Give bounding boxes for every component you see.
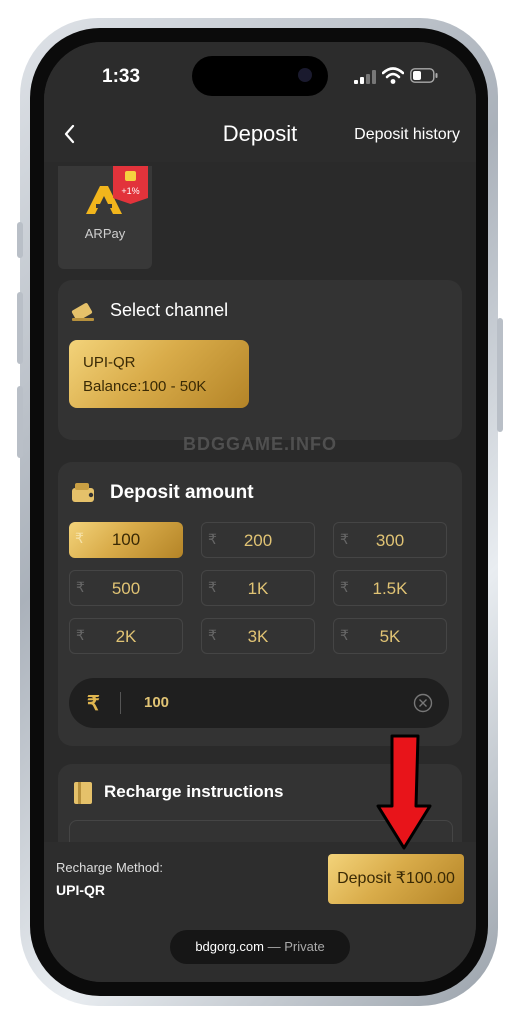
- wallet-icon: [70, 480, 98, 506]
- amount-option-value: 200: [243, 531, 273, 550]
- recharge-instructions-title: Recharge instructions: [104, 782, 284, 801]
- book-icon: [72, 780, 94, 806]
- deposit-history-link[interactable]: Deposit history: [354, 126, 460, 144]
- amount-option[interactable]: ₹5K: [333, 618, 447, 654]
- amount-option[interactable]: ₹2K: [69, 618, 183, 654]
- watermark: BDGGAME.INFO: [183, 434, 337, 454]
- amount-option-value: 3K: [247, 627, 269, 646]
- bonus-badge: +1%: [113, 166, 148, 204]
- amount-option[interactable]: ₹300: [333, 522, 447, 558]
- amount-option-value: 100: [111, 530, 141, 549]
- deposit-button[interactable]: Deposit ₹100.00: [328, 854, 464, 904]
- amount-option-value: 300: [375, 531, 405, 550]
- amount-option-value: 2K: [115, 627, 137, 646]
- amount-option-value: 1K: [247, 579, 269, 598]
- amount-option[interactable]: ₹1.5K: [333, 570, 447, 606]
- volume-down-button: [17, 386, 23, 458]
- channel-name: UPI-QR: [83, 354, 136, 371]
- red-arrow-icon: [376, 734, 432, 850]
- recharge-method-value: UPI-QR: [56, 882, 105, 898]
- amount-option-value: 5K: [379, 627, 401, 646]
- channel-balance: Balance:100 - 50K: [83, 378, 207, 395]
- power-button: [497, 318, 503, 432]
- select-channel-title: Select channel: [110, 300, 229, 320]
- channel-option-upi-qr[interactable]: UPI-QR Balance:100 - 50K: [69, 340, 249, 408]
- input-divider: [120, 692, 121, 714]
- rupee-icon: ₹: [87, 693, 100, 715]
- clear-input-button[interactable]: [413, 693, 433, 713]
- bonus-badge-text: +1%: [121, 186, 140, 196]
- camera-icon: [298, 68, 312, 82]
- screen: 1:33 Deposit Deposit history ARPay +1% S…: [44, 42, 476, 982]
- channel-icon: [70, 298, 96, 324]
- wifi-icon: [381, 67, 405, 85]
- amount-option[interactable]: ₹200: [201, 522, 315, 558]
- amount-option-value: 500: [111, 579, 141, 598]
- browser-domain: bdgorg.com: [195, 939, 264, 954]
- payment-method-arpay[interactable]: ARPay +1%: [58, 166, 152, 269]
- amount-input-field[interactable]: ₹ 100: [69, 678, 449, 728]
- action-button: [17, 222, 23, 258]
- deposit-amount-title: Deposit amount: [110, 482, 254, 503]
- payment-method-name: ARPay: [84, 226, 126, 241]
- battery-icon: [410, 68, 438, 83]
- select-channel-section: Select channel UPI-QR Balance:100 - 50K: [58, 280, 462, 440]
- browser-url-pill[interactable]: bdgorg.com — Private: [170, 930, 350, 964]
- amount-option[interactable]: ₹100: [69, 522, 183, 558]
- amount-option[interactable]: ₹500: [69, 570, 183, 606]
- volume-up-button: [17, 292, 23, 364]
- amount-option[interactable]: ₹1K: [201, 570, 315, 606]
- amount-input-value: 100: [144, 694, 170, 711]
- status-time: 1:33: [102, 66, 141, 87]
- signal-icon: [354, 70, 376, 84]
- amount-option[interactable]: ₹3K: [201, 618, 315, 654]
- clear-circle-icon: [413, 693, 433, 713]
- recharge-method-label: Recharge Method:: [56, 860, 163, 875]
- amount-option-value: 1.5K: [372, 579, 408, 598]
- browser-mode: — Private: [263, 939, 325, 954]
